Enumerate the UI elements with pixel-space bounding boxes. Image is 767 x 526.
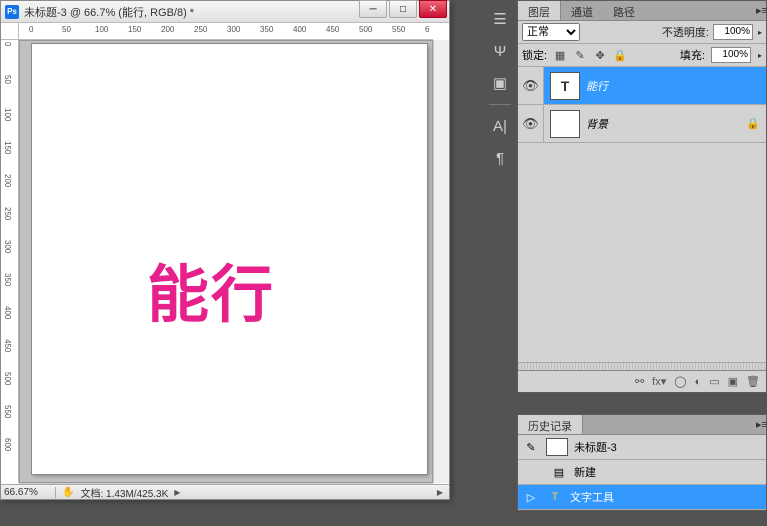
history-item-label: 新建	[574, 464, 596, 480]
history-item[interactable]: ▤ 新建	[518, 460, 766, 485]
layers-panel: 图层 通道 路径 ▸≡ 正常 不透明度: 100% ▸ 锁定: ▦ ✎ ✥ 🔒 …	[517, 0, 767, 393]
statusbar: 66.67% ✋ 文档: 1.43M/425.3K ▶ ▶	[1, 484, 449, 499]
lock-all-icon[interactable]: 🔒	[613, 48, 627, 62]
panel-menu-icon[interactable]: ▸≡	[746, 1, 766, 20]
scroll-right-icon[interactable]: ▶	[437, 488, 449, 497]
trash-icon[interactable]: 🗑	[746, 375, 760, 388]
canvas-viewport[interactable]: 能行	[19, 40, 433, 483]
history-snapshot[interactable]: ✎ 未标题-3	[518, 435, 766, 460]
layer-thumb-text[interactable]: T	[550, 72, 580, 100]
link-icon[interactable]: ⚯	[635, 375, 644, 388]
tab-paths[interactable]: 路径	[603, 1, 645, 20]
doc-info[interactable]: 文档: 1.43M/425.3K	[80, 485, 168, 500]
triangle-icon[interactable]: ▶	[174, 488, 180, 497]
tab-channels[interactable]: 通道	[561, 1, 603, 20]
fill-label: 填充:	[680, 47, 705, 63]
layer-row[interactable]: 👁 背景 🔒	[518, 105, 766, 143]
blend-mode-select[interactable]: 正常	[522, 23, 580, 41]
text-tool-icon: T	[546, 491, 564, 503]
pointer-icon: ▷	[522, 491, 540, 504]
panel-tabs: 图层 通道 路径 ▸≡	[518, 1, 766, 21]
titlebar[interactable]: Ps 未标题-3 @ 66.7% (能行, RGB/8) * ─ □ ✕	[1, 1, 449, 23]
visibility-icon[interactable]: 👁	[518, 67, 544, 104]
options-strip: ☰ Ψ ▣ A| ¶	[485, 0, 515, 180]
tab-history[interactable]: 历史记录	[518, 415, 583, 434]
layer-name[interactable]: 能行	[586, 78, 766, 94]
scrollbar-vertical[interactable]	[433, 40, 449, 483]
align-icon[interactable]: ☰	[489, 8, 511, 30]
lock-icon: 🔒	[746, 117, 766, 130]
ruler-vertical[interactable]: 0 50 100 150 200 250 300 350 400 450 500…	[1, 40, 19, 483]
chevron-right-icon[interactable]: ▸	[758, 51, 762, 60]
layer-row[interactable]: 👁 T 能行	[518, 67, 766, 105]
document-window: Ps 未标题-3 @ 66.7% (能行, RGB/8) * ─ □ ✕ 0 5…	[0, 0, 450, 500]
paragraph-icon[interactable]: ¶	[489, 147, 511, 169]
history-item[interactable]: ▷ T 文字工具	[518, 485, 766, 510]
brush-icon: ✎	[522, 441, 540, 454]
mask-icon[interactable]: ◯	[674, 375, 686, 388]
maximize-button[interactable]: □	[389, 0, 417, 18]
snapshot-thumb	[546, 438, 568, 456]
zoom-level[interactable]: 66.67%	[1, 487, 56, 498]
history-item-label: 文字工具	[570, 489, 614, 505]
panel-grip[interactable]	[518, 362, 766, 370]
folder-icon[interactable]: ▭	[709, 375, 719, 388]
layer-thumb[interactable]	[550, 110, 580, 138]
fx-icon[interactable]: fx▾	[652, 375, 666, 388]
layers-list: 👁 T 能行 👁 背景 🔒	[518, 67, 766, 362]
lock-row: 锁定: ▦ ✎ ✥ 🔒 填充: 100% ▸	[518, 44, 766, 67]
fill-input[interactable]: 100%	[711, 47, 751, 63]
opacity-row: 正常 不透明度: 100% ▸	[518, 21, 766, 44]
ps-icon: Ps	[5, 5, 19, 19]
chevron-right-icon[interactable]: ▸	[758, 28, 762, 37]
opacity-input[interactable]: 100%	[713, 24, 753, 40]
ruler-corner	[1, 23, 19, 40]
close-button[interactable]: ✕	[419, 0, 447, 18]
tab-layers[interactable]: 图层	[518, 1, 561, 20]
panel-menu-icon[interactable]: ▸≡	[746, 415, 766, 434]
layer-name[interactable]: 背景	[586, 116, 746, 132]
lock-transparent-icon[interactable]: ▦	[553, 48, 567, 62]
canvas-text[interactable]: 能行	[147, 244, 275, 334]
history-panel: 历史记录 ▸≡ ✎ 未标题-3 ▤ 新建 ▷ T 文字工具	[517, 414, 767, 511]
canvas[interactable]: 能行	[32, 44, 427, 474]
history-tabs: 历史记录 ▸≡	[518, 415, 766, 435]
hand-icon[interactable]: ✋	[62, 487, 74, 498]
opacity-label: 不透明度:	[662, 24, 709, 40]
stamp-icon[interactable]: ▣	[489, 72, 511, 94]
ruler-horizontal[interactable]: 0 50 100 150 200 250 300 350 400 450 500…	[19, 23, 433, 40]
visibility-icon[interactable]: 👁	[518, 105, 544, 142]
snapshot-name: 未标题-3	[574, 439, 617, 455]
new-doc-icon: ▤	[550, 466, 568, 479]
anchor-icon[interactable]: Ψ	[489, 40, 511, 62]
minimize-button[interactable]: ─	[359, 0, 387, 18]
a-icon[interactable]: A|	[489, 115, 511, 137]
adjust-icon[interactable]: ◐	[695, 376, 702, 388]
layers-footer: ⚯ fx▾ ◯ ◐ ▭ ▣ 🗑	[518, 370, 766, 392]
lock-move-icon[interactable]: ✥	[593, 48, 607, 62]
new-layer-icon[interactable]: ▣	[728, 375, 738, 388]
lock-label: 锁定:	[522, 47, 547, 63]
lock-paint-icon[interactable]: ✎	[573, 48, 587, 62]
